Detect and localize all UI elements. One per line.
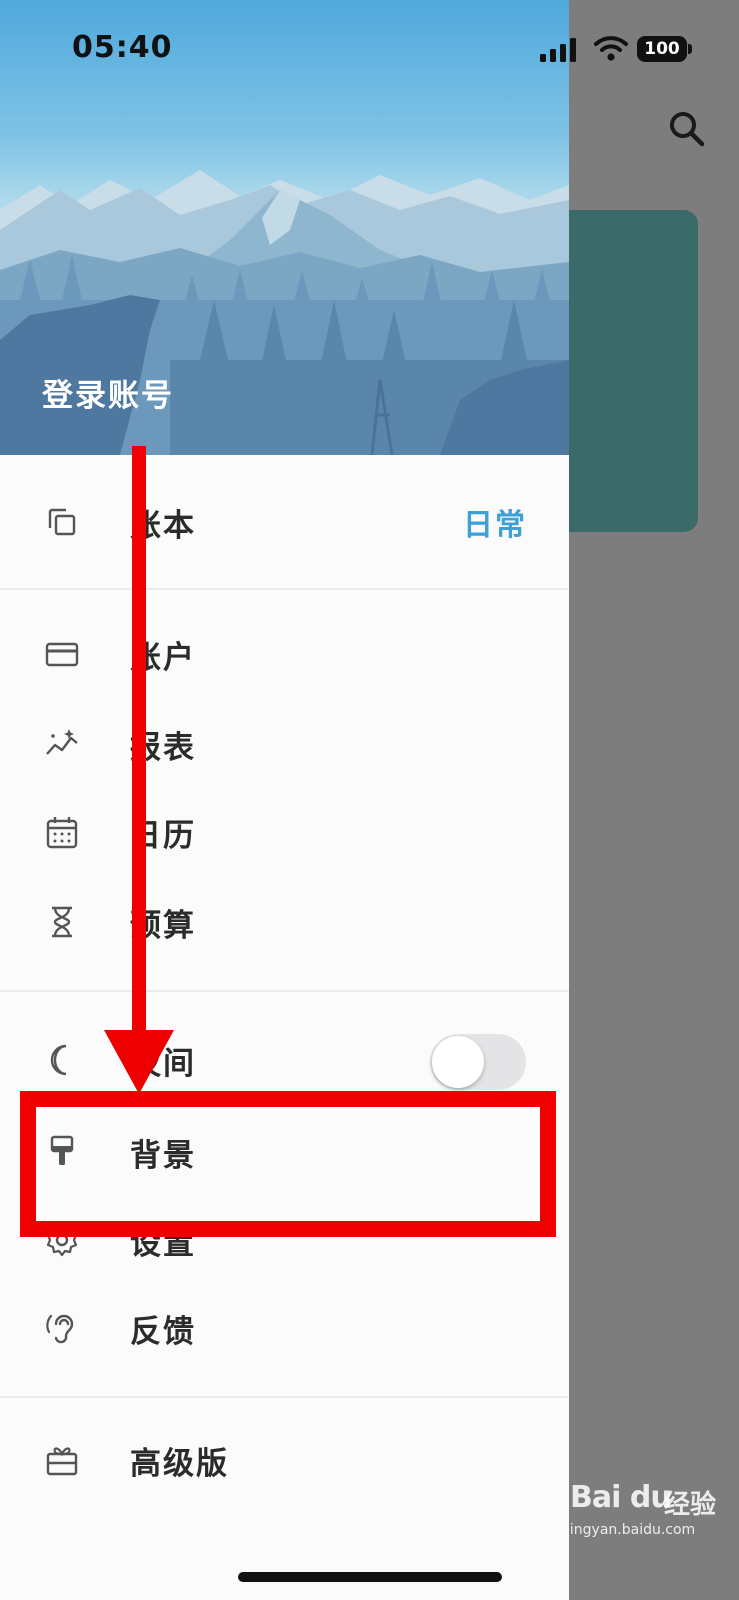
- cellular-signal-icon: [540, 38, 576, 62]
- navigation-drawer: 登录账号 账本 日常 账户 报表 日历 预算 夜间 背景 设置 反馈 高级版: [0, 0, 569, 1600]
- menu-item-reports[interactable]: 报表: [0, 704, 569, 784]
- calendar-icon: [46, 817, 78, 849]
- menu-item-calendar[interactable]: 日历: [0, 792, 569, 872]
- menu-label-feedback: 反馈: [130, 1314, 196, 1350]
- annotation-arrow: [132, 446, 146, 1036]
- menu-label-premium: 高级版: [130, 1446, 229, 1482]
- menu-item-night-mode[interactable]: 夜间: [0, 1020, 569, 1100]
- chart-sparkle-icon: [46, 729, 78, 755]
- menu-divider: [0, 588, 569, 590]
- menu-item-ledger[interactable]: 账本 日常: [0, 482, 569, 562]
- baidu-jingyan-watermark: Bai du 经验 jingyan.baidu.com: [566, 1478, 736, 1548]
- menu-divider: [0, 990, 569, 992]
- ledger-card[interactable]: [552, 210, 698, 532]
- card-icon: [45, 642, 79, 667]
- ear-icon: [46, 1314, 74, 1344]
- search-button[interactable]: [666, 108, 708, 150]
- menu-item-premium[interactable]: 高级版: [0, 1420, 569, 1500]
- current-ledger-value: 日常: [463, 508, 527, 543]
- gift-icon: [46, 1447, 78, 1476]
- menu-item-accounts[interactable]: 账户: [0, 614, 569, 694]
- toggle-knob: [432, 1036, 484, 1088]
- moon-icon: [50, 1044, 67, 1076]
- copy-icon: [48, 508, 76, 536]
- hourglass-icon: [52, 906, 72, 938]
- battery-tip: [688, 44, 692, 54]
- status-time: 05:40: [72, 30, 173, 65]
- menu-item-feedback[interactable]: 反馈: [0, 1288, 569, 1368]
- watermark-text: 经验: [664, 1490, 717, 1520]
- annotation-arrow-head: [104, 1030, 174, 1094]
- home-indicator[interactable]: [238, 1572, 502, 1582]
- battery-indicator: 100: [637, 36, 687, 62]
- annotation-highlight-box: [20, 1091, 556, 1237]
- login-account-link[interactable]: 登录账号: [42, 370, 174, 415]
- watermark-url: jingyan.baidu.com: [566, 1522, 696, 1538]
- search-icon: [670, 112, 705, 147]
- menu-divider: [0, 1396, 569, 1398]
- night-mode-toggle[interactable]: [430, 1034, 526, 1090]
- watermark-logo: Bai du: [570, 1480, 672, 1515]
- status-bar: 05:40 100: [0, 0, 739, 96]
- wifi-icon: [594, 36, 628, 61]
- menu-item-budget[interactable]: 预算: [0, 882, 569, 962]
